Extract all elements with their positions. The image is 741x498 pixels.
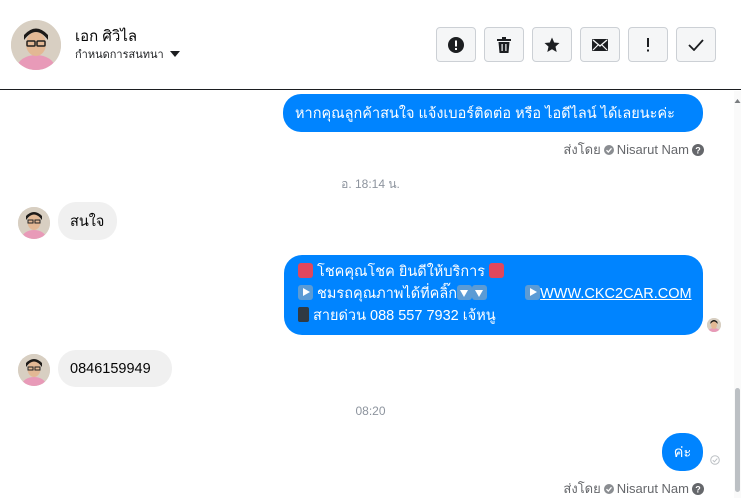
message-text: ค่ะ [673,444,692,461]
contact-avatar-small[interactable] [18,354,50,386]
incoming-message: 0846159949 [58,350,172,387]
svg-text:?: ? [695,145,701,155]
sender-name[interactable]: Nisarut Nam [617,481,689,496]
delete-button[interactable] [484,27,524,62]
svg-text:?: ? [695,484,701,494]
play-emoji-icon [525,285,541,300]
down-arrow-emoji-icon [457,285,473,300]
message-text: 0846159949 [70,360,151,377]
mark-unread-button[interactable] [580,27,620,62]
sent-by-prefix: ส่งโดย [563,142,601,157]
sent-status-icon [710,455,720,465]
outgoing-message: หากคุณลูกค้าสนใจ แจ้งเบอร์ติดต่อ หรือ ไอ… [283,94,703,132]
help-icon[interactable]: ? [692,143,704,156]
follow-up-button[interactable] [628,27,668,62]
seen-by-avatar [707,318,721,332]
alert-icon [448,36,464,53]
checkmark-icon [688,38,704,51]
down-arrow-emoji-icon [472,285,488,300]
message-text: โชคคุณโชค ยินดีให้บริการ [317,264,486,280]
contact-avatar[interactable] [11,20,61,70]
timestamp: 08:20 [355,404,386,418]
conversation-toolbar [436,27,716,62]
conversation-settings-dropdown[interactable]: กำหนดการสนทนา [75,45,180,63]
sparkle-emoji-icon [298,263,313,278]
help-icon[interactable]: ? [692,482,704,495]
verified-icon [603,483,614,494]
message-text: สายด่วน 088 557 7932 เจ้หนู [313,308,496,324]
envelope-icon [592,38,608,51]
scroll-up-arrow-icon[interactable] [734,97,741,105]
message-line: โชคคุณโชค ยินดีให้บริการ [298,261,689,283]
star-button[interactable] [532,27,572,62]
mark-spam-button[interactable] [436,27,476,62]
mark-done-button[interactable] [676,27,716,62]
incoming-message: สนใจ [58,202,117,240]
conversation-settings-label: กำหนดการสนทนา [75,49,164,61]
verified-icon [603,144,614,155]
sparkle-emoji-icon [489,263,505,278]
website-link[interactable]: WWW.CKC2CAR.COM [540,286,691,302]
conversation-header: เอก ศิวิไล กำหนดการสนทนา [0,0,741,90]
sent-by-prefix: ส่งโดย [563,481,601,496]
message-line: ชมรถคุณภาพได้ที่คลิ๊ก WWW.CKC2CAR.COM [298,283,692,305]
contact-avatar-small[interactable] [18,207,50,239]
outgoing-message: ค่ะ [662,433,703,471]
trash-icon [497,36,511,53]
mobile-phone-emoji-icon [298,307,309,322]
outgoing-message: โชคคุณโชค ยินดีให้บริการ ชมรถคุณภาพได้ที… [284,255,703,335]
play-emoji-icon [298,285,313,300]
message-text: ชมรถคุณภาพได้ที่คลิ๊ก [317,286,458,302]
message-text: หากคุณลูกค้าสนใจ แจ้งเบอร์ติดต่อ หรือ ไอ… [295,105,675,122]
sent-by-info: ส่งโดย Nisarut Nam ? [563,139,704,160]
timestamp: อ. 18:14 น. [341,177,400,191]
caret-down-icon [169,51,180,57]
star-icon [544,37,560,52]
message-text: สนใจ [70,213,105,230]
message-line: สายด่วน 088 557 7932 เจ้หนู [298,305,689,327]
exclamation-icon [647,37,649,51]
sender-name[interactable]: Nisarut Nam [617,142,689,157]
sent-by-info: ส่งโดย Nisarut Nam ? [563,478,704,498]
